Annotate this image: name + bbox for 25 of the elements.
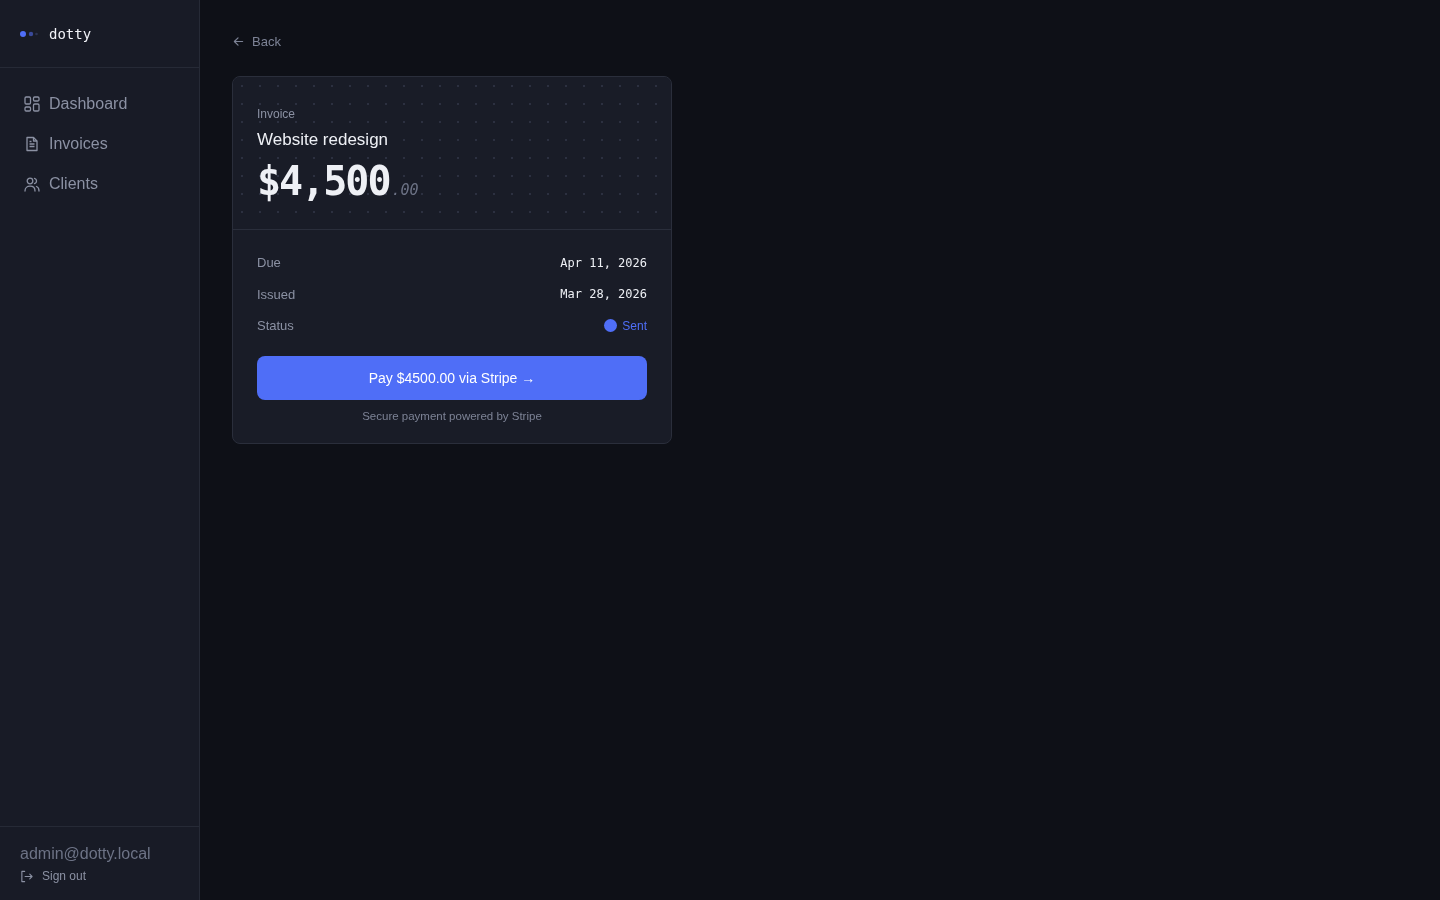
- detail-label: Due: [257, 255, 281, 271]
- payment-note: Secure payment powered by Stripe: [361, 409, 543, 422]
- status-label: Sent: [622, 318, 647, 333]
- sidebar-nav-item[interactable]: Invoices: [12, 126, 187, 162]
- detail-label: Status: [257, 318, 294, 334]
- brand-name: dotty: [49, 25, 92, 42]
- users-icon: [24, 176, 40, 192]
- document-icon: [24, 136, 40, 152]
- detail-date: Apr 11, 2026: [560, 255, 647, 270]
- grid-icon: [24, 96, 40, 112]
- sidebar-nav-item[interactable]: Dashboard: [12, 86, 187, 122]
- detail-label: Issued: [257, 286, 296, 302]
- back-link[interactable]: Back: [233, 34, 281, 49]
- sign-out-icon: [20, 869, 33, 883]
- invoice-title: Website redesign: [257, 130, 390, 150]
- amount-cents: .00: [391, 181, 419, 199]
- sign-out-button[interactable]: Sign out: [20, 869, 87, 883]
- invoice-label: Invoice: [257, 107, 297, 121]
- pay-button[interactable]: Pay $4500.00 via Stripe →: [257, 355, 647, 400]
- sidebar-nav-item[interactable]: Clients: [12, 166, 187, 202]
- detail-date: Mar 28, 2026: [560, 287, 647, 302]
- logo-dots-icon: [20, 30, 38, 37]
- arrow-left-icon: [233, 36, 244, 47]
- user-email: admin@dotty.local: [20, 845, 152, 863]
- invoice-amount: $4,500: [257, 158, 390, 204]
